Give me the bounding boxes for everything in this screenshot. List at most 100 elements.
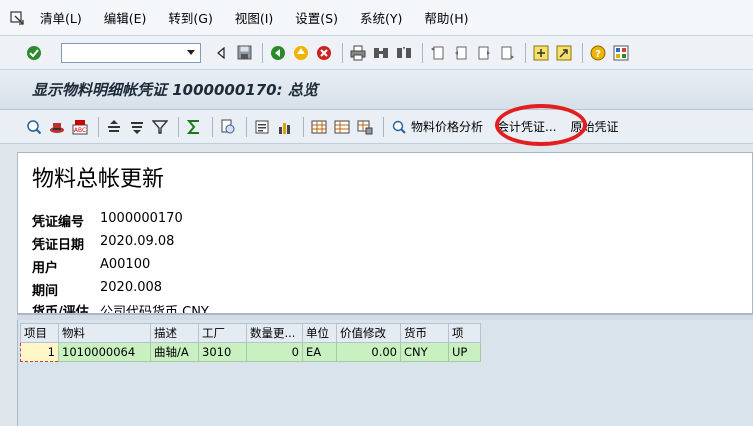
original-document-label: 原始凭证	[570, 120, 619, 134]
material-price-analysis-button[interactable]: 物料价格分析	[389, 117, 483, 137]
layout-icon[interactable]	[611, 43, 631, 63]
toolbar-separator	[262, 42, 263, 63]
sort-ascending-icon[interactable]	[104, 117, 124, 137]
export-icon[interactable]	[252, 117, 272, 137]
command-field[interactable]	[61, 42, 201, 63]
grid-panel: 项目 物料 描述 工厂 数量更... 单位 价值修改 货币 项 1 101000…	[17, 320, 753, 426]
graphic-icon[interactable]	[275, 117, 295, 137]
section-heading: 物料总帐更新	[32, 167, 165, 192]
title-bar: 显示物料明细帐凭证 1000000170: 总览	[0, 70, 753, 110]
field-label: 凭证编号	[32, 215, 85, 230]
cell-description[interactable]: 曲轴/A	[150, 342, 199, 362]
field-value: 2020.008	[100, 280, 163, 295]
menu-bar: 清单(L) 编辑(E) 转到(G) 视图(I) 设置(S) 系统(Y) 帮助(H…	[0, 0, 753, 36]
menu-settings[interactable]: 设置(S)	[295, 8, 338, 27]
toolbar-separator	[342, 42, 343, 63]
field-label: 期间	[32, 284, 59, 299]
back-icon[interactable]	[268, 43, 288, 63]
toolbar-separator	[246, 116, 247, 137]
column-header[interactable]: 项	[448, 323, 481, 343]
print-icon[interactable]	[348, 43, 368, 63]
column-header[interactable]: 描述	[150, 323, 199, 343]
layout-change-icon[interactable]	[332, 117, 352, 137]
cell-material[interactable]: 1010000064	[58, 342, 151, 362]
accounting-documents-button[interactable]: 会计凭证...	[497, 118, 556, 135]
field-value: 公司代码货币 CNY	[100, 305, 209, 314]
column-header[interactable]: 货币	[400, 323, 449, 343]
layout-save-icon[interactable]	[355, 117, 375, 137]
print-preview-icon[interactable]	[218, 117, 238, 137]
magnifier-icon	[389, 117, 409, 137]
column-header[interactable]: 数量更...	[246, 323, 303, 343]
field-user: 用户 A00100	[32, 257, 150, 276]
column-header[interactable]: 工厂	[198, 323, 247, 343]
column-header[interactable]: 物料	[58, 323, 151, 343]
column-header[interactable]: 价值修改	[336, 323, 401, 343]
menu-edit[interactable]: 编辑(E)	[104, 8, 147, 27]
menu-list[interactable]: 清单(L)	[40, 8, 82, 27]
field-value: 1000000170	[100, 211, 183, 226]
toolbar-separator	[212, 116, 213, 137]
details-icon[interactable]	[24, 117, 44, 137]
shortcut-icon[interactable]	[554, 43, 574, 63]
first-page-icon[interactable]	[428, 43, 448, 63]
column-header[interactable]: 单位	[302, 323, 337, 343]
material-price-analysis-label: 物料价格分析	[411, 120, 484, 134]
last-page-icon[interactable]	[497, 43, 517, 63]
application-toolbar: ABC 物料价格分析 会计凭证... 原始凭证	[0, 110, 753, 144]
cell-value-change[interactable]: 0.00	[336, 342, 401, 362]
save-icon[interactable]	[234, 43, 254, 63]
cell-type[interactable]: UP	[448, 342, 481, 362]
chevron-down-icon[interactable]	[184, 47, 198, 59]
new-session-icon[interactable]	[531, 43, 551, 63]
table-header-row: 项目 物料 描述 工厂 数量更... 单位 价值修改 货币 项	[20, 323, 481, 343]
field-period: 期间 2020.008	[32, 280, 162, 299]
page-title: 显示物料明细帐凭证 1000000170: 总览	[32, 81, 318, 99]
cell-item[interactable]: 1	[20, 342, 59, 362]
layout-select-icon[interactable]	[309, 117, 329, 137]
prev-page-icon[interactable]	[451, 43, 471, 63]
sum-icon[interactable]	[184, 117, 204, 137]
abap-icon[interactable]: ABC	[70, 117, 90, 137]
find-next-icon[interactable]	[394, 43, 414, 63]
menu-help[interactable]: 帮助(H)	[424, 8, 468, 27]
accounting-documents-label: 会计凭证...	[497, 120, 557, 134]
field-doc-number: 凭证编号 1000000170	[32, 211, 183, 230]
toolbar-separator	[98, 116, 99, 137]
menu-goto[interactable]: 转到(G)	[168, 8, 212, 27]
column-header[interactable]: 项目	[20, 323, 59, 343]
menu-system[interactable]: 系统(Y)	[360, 8, 402, 27]
filter-icon[interactable]	[150, 117, 170, 137]
cell-plant[interactable]: 3010	[198, 342, 247, 362]
cell-quantity[interactable]: 0	[246, 342, 303, 362]
toolbar-separator	[303, 116, 304, 137]
exit-icon[interactable]	[291, 43, 311, 63]
find-icon[interactable]	[371, 43, 391, 63]
help-icon[interactable]: ?	[588, 43, 608, 63]
menu-view[interactable]: 视图(I)	[235, 8, 273, 27]
cancel-icon[interactable]	[314, 43, 334, 63]
field-value: A00100	[100, 257, 151, 272]
toolbar-separator	[582, 42, 583, 63]
sort-descending-icon[interactable]	[127, 117, 147, 137]
toolbar-separator	[525, 42, 526, 63]
standard-toolbar: ?	[0, 36, 753, 70]
field-label: 货币/评估	[32, 305, 89, 314]
toolbar-separator	[383, 116, 384, 137]
command-input[interactable]	[62, 43, 180, 62]
cell-unit[interactable]: EA	[302, 342, 337, 362]
table-row[interactable]: 1 1010000064 曲轴/A 3010 0 EA 0.00 CNY UP	[20, 342, 481, 362]
system-menu-icon[interactable]	[8, 9, 26, 27]
field-label: 凭证日期	[32, 238, 85, 253]
collapse-icon[interactable]	[211, 43, 231, 63]
field-doc-date: 凭证日期 2020.09.08	[32, 234, 174, 253]
hat-icon[interactable]	[47, 117, 67, 137]
toolbar-separator	[422, 42, 423, 63]
svg-text:?: ?	[595, 49, 601, 60]
next-page-icon[interactable]	[474, 43, 494, 63]
original-document-button[interactable]: 原始凭证	[570, 118, 618, 135]
enter-icon[interactable]	[24, 43, 44, 63]
field-currency: 货币/评估 公司代码货币 CNY	[32, 301, 209, 314]
cell-currency[interactable]: CNY	[400, 342, 449, 362]
field-value: 2020.09.08	[100, 234, 175, 249]
